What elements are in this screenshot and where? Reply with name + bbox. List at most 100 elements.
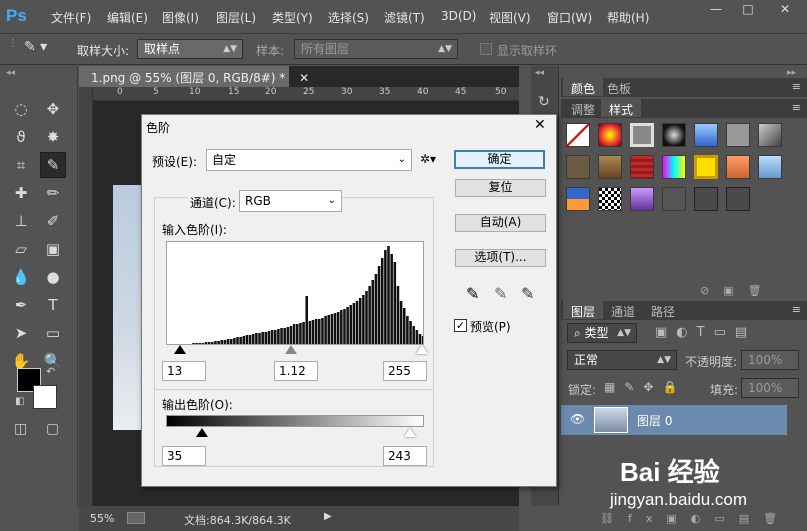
document-tab[interactable]: 1.png @ 55% (图层 0, RGB/8#) * ✕ — [79, 66, 309, 87]
style-swatch[interactable] — [630, 123, 654, 147]
style-swatch[interactable] — [598, 123, 622, 147]
dialog-close-icon[interactable]: ✕ — [534, 117, 546, 133]
marquee-tool-icon[interactable]: ◌ — [8, 96, 34, 122]
eyedropper-tool-icon[interactable]: ✎ — [40, 152, 66, 178]
collapse-icon[interactable]: ◂◂ — [6, 68, 15, 78]
dodge-tool-icon[interactable]: ● — [40, 264, 66, 290]
sample-size-select[interactable]: 取样点 ▲▼ — [137, 39, 243, 59]
filter-icons[interactable]: ▣◐T▭▤ — [655, 325, 756, 340]
style-none-swatch[interactable] — [566, 123, 590, 147]
clone-stamp-tool-icon[interactable]: ⊥ — [8, 208, 34, 234]
path-select-tool-icon[interactable]: ➤ — [8, 320, 34, 346]
style-swatch[interactable] — [662, 155, 686, 179]
input-gamma-field[interactable]: 1.12 — [274, 361, 318, 381]
style-swatch[interactable] — [662, 187, 686, 211]
panel-menu-icon[interactable]: ≡ — [792, 101, 801, 114]
output-black-slider[interactable] — [196, 428, 208, 437]
style-swatch[interactable] — [694, 123, 718, 147]
tab-channels[interactable]: 通道 — [603, 301, 643, 319]
swap-colors-icon[interactable]: ↶ — [46, 365, 55, 378]
canvas-image[interactable] — [113, 185, 143, 430]
tab-adjustments[interactable]: 调整 — [563, 99, 603, 117]
menu-image[interactable]: 图像(I) — [162, 9, 199, 26]
menu-type[interactable]: 类型(Y) — [272, 9, 313, 26]
tab-layers[interactable]: 图层 — [563, 301, 604, 319]
tab-color[interactable]: 颜色 — [563, 78, 604, 96]
style-swatch[interactable] — [758, 155, 782, 179]
panel-menu-icon[interactable]: ≡ — [792, 303, 801, 316]
style-swatch[interactable] — [566, 155, 590, 179]
fill-input[interactable]: 100% — [741, 378, 799, 398]
close-tab-icon[interactable]: ✕ — [299, 71, 309, 85]
input-black-field[interactable]: 13 — [162, 361, 206, 381]
style-swatch[interactable] — [630, 155, 654, 179]
menu-3d[interactable]: 3D(D) — [441, 9, 476, 23]
output-white-slider[interactable] — [404, 428, 416, 437]
menu-layer[interactable]: 图层(L) — [216, 9, 256, 26]
visibility-eye-icon[interactable]: 👁 — [570, 412, 585, 426]
eyedropper-preset-icon[interactable]: ✎ ▾ — [24, 39, 58, 59]
history-brush-tool-icon[interactable]: ✐ — [40, 208, 66, 234]
menu-window[interactable]: 窗口(W) — [547, 9, 592, 26]
black-point-eyedropper-icon[interactable]: ✎ — [466, 284, 479, 303]
style-swatch[interactable] — [726, 187, 750, 211]
kind-filter-select[interactable]: ⌕ 类型 ▲▼ — [567, 323, 637, 343]
status-menu-arrow-icon[interactable]: ▶ — [324, 511, 332, 522]
screen-mode-icon[interactable]: ▢ — [46, 421, 59, 437]
sample-select[interactable]: 所有图层 ▲▼ — [294, 39, 458, 59]
style-swatch[interactable] — [694, 187, 718, 211]
gray-point-eyedropper-icon[interactable]: ✎ — [494, 284, 507, 303]
menu-edit[interactable]: 编辑(E) — [107, 9, 148, 26]
menu-file[interactable]: 文件(F) — [51, 9, 91, 26]
move-tool-icon[interactable]: ✥ — [40, 96, 66, 122]
style-swatch[interactable] — [630, 187, 654, 211]
gradient-tool-icon[interactable]: ▣ — [40, 236, 66, 262]
eraser-tool-icon[interactable]: ▱ — [8, 236, 34, 262]
options-button[interactable]: 选项(T)... — [455, 249, 546, 267]
collapse-right-icon[interactable]: ▸▸ — [787, 68, 796, 78]
input-gamma-slider[interactable] — [285, 345, 297, 354]
layer-name[interactable]: 图层 0 — [637, 412, 672, 429]
zoom-level[interactable]: 55% — [90, 512, 114, 525]
styles-footer-icons[interactable]: ⊘▣🗑 — [700, 284, 776, 297]
background-color-swatch[interactable] — [33, 385, 57, 409]
channel-select[interactable]: RGB ⌄ — [239, 190, 342, 212]
preview-checkbox[interactable]: ✓ — [454, 319, 467, 332]
rectangle-tool-icon[interactable]: ▭ — [40, 320, 66, 346]
panel-menu-icon[interactable]: ≡ — [792, 80, 801, 93]
layer-row[interactable]: 👁 图层 0 — [561, 405, 787, 435]
maximize-button[interactable]: □ — [736, 2, 760, 18]
style-swatch[interactable] — [694, 155, 718, 179]
tab-styles[interactable]: 样式 — [601, 99, 642, 117]
style-swatch[interactable] — [566, 187, 590, 211]
pen-tool-icon[interactable]: ✒ — [8, 292, 34, 318]
menu-help[interactable]: 帮助(H) — [607, 9, 649, 26]
input-white-slider[interactable] — [416, 345, 428, 354]
style-swatch[interactable] — [598, 187, 622, 211]
default-colors-icon[interactable]: ◧ — [15, 396, 24, 407]
preset-select[interactable]: 自定 ⌄ — [206, 149, 412, 171]
history-panel-icon[interactable]: ↻ — [538, 94, 550, 110]
menu-view[interactable]: 视图(V) — [489, 9, 531, 26]
ok-button[interactable]: 确定 — [454, 150, 545, 169]
output-black-field[interactable]: 35 — [162, 446, 206, 466]
white-point-eyedropper-icon[interactable]: ✎ — [521, 284, 534, 303]
opacity-input[interactable]: 100% — [741, 350, 799, 370]
collapse-left-icon[interactable]: ◂◂ — [535, 68, 544, 78]
auto-button[interactable]: 自动(A) — [455, 214, 546, 232]
menu-select[interactable]: 选择(S) — [328, 9, 369, 26]
type-tool-icon[interactable]: T — [40, 292, 66, 318]
style-swatch[interactable] — [726, 123, 750, 147]
tab-swatches[interactable]: 色板 — [599, 78, 639, 96]
blur-tool-icon[interactable]: 💧 — [8, 264, 34, 290]
preset-options-gear-icon[interactable]: ✲▾ — [420, 152, 436, 166]
lasso-tool-icon[interactable]: ϑ — [8, 124, 34, 150]
crop-tool-icon[interactable]: ⌗ — [8, 152, 34, 178]
style-swatch[interactable] — [758, 123, 782, 147]
style-swatch[interactable] — [726, 155, 750, 179]
input-white-field[interactable]: 255 — [383, 361, 427, 381]
menu-filter[interactable]: 滤镜(T) — [384, 9, 425, 26]
healing-brush-tool-icon[interactable]: ✚ — [8, 180, 34, 206]
output-white-field[interactable]: 243 — [383, 446, 427, 466]
magic-wand-tool-icon[interactable]: ✸ — [40, 124, 66, 150]
